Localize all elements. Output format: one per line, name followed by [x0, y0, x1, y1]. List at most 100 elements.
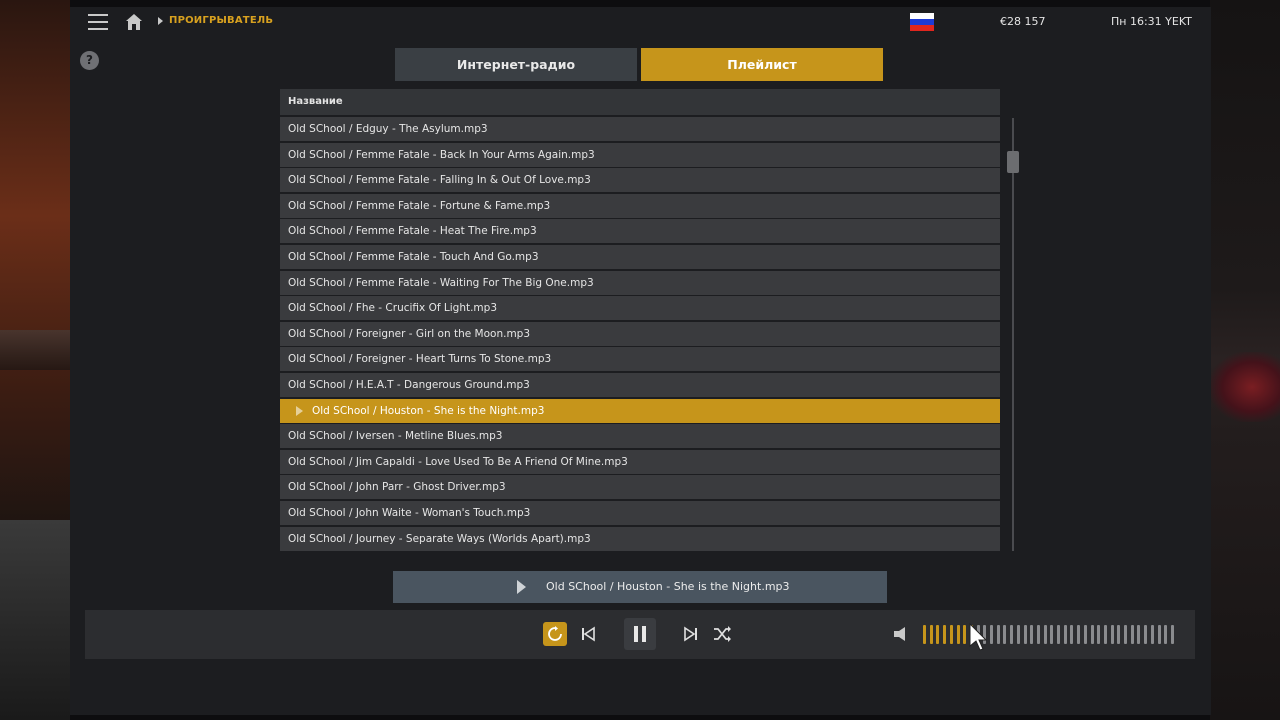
column-header-name[interactable]: Название — [280, 89, 1000, 115]
shuffle-button[interactable] — [710, 622, 734, 646]
volume-segment-empty[interactable] — [1023, 625, 1027, 644]
now-playing-bar[interactable]: Old SChool / Houston - She is the Night.… — [393, 571, 887, 603]
home-icon[interactable] — [125, 13, 143, 31]
previous-track-button[interactable] — [577, 623, 599, 645]
volume-segment-empty[interactable] — [1063, 625, 1067, 644]
volume-segment-filled[interactable] — [936, 625, 940, 644]
playlist-row[interactable]: Old SChool / Iversen - Metline Blues.mp3 — [280, 424, 1000, 449]
volume-segment-empty[interactable] — [1070, 625, 1074, 644]
track-title: Old SChool / Femme Fatale - Waiting For … — [288, 276, 594, 289]
pause-icon-bar-left — [634, 626, 638, 642]
playlist-row[interactable]: Old SChool / Femme Fatale - Waiting For … — [280, 270, 1000, 295]
mouse-cursor-icon — [969, 622, 988, 651]
volume-segment-empty[interactable] — [1097, 625, 1101, 644]
playlist-row[interactable]: Old SChool / Femme Fatale - Fortune & Fa… — [280, 193, 1000, 218]
background-railing — [0, 330, 70, 370]
volume-segment-empty[interactable] — [1157, 625, 1161, 644]
playlist-rows: Old SChool / Edguy - The Asylum.mp3 Old S… — [280, 117, 1000, 552]
playlist-row[interactable]: Old SChool / Foreigner - Girl on the Moo… — [280, 321, 1000, 346]
background-car — [1210, 352, 1280, 422]
volume-segment-empty[interactable] — [1117, 625, 1121, 644]
play-indicator-icon — [296, 405, 303, 416]
volume-icon[interactable] — [890, 623, 912, 645]
volume-segment-empty[interactable] — [1144, 625, 1148, 644]
volume-segment-empty[interactable] — [1016, 625, 1020, 644]
volume-segment-empty[interactable] — [1164, 625, 1168, 644]
pause-button[interactable] — [624, 618, 656, 650]
breadcrumb-arrow-icon — [158, 17, 163, 25]
playlist-row-active[interactable]: Old SChool / Houston - She is the Night.… — [280, 398, 1000, 423]
volume-segment-empty[interactable] — [1083, 625, 1087, 644]
volume-segment-empty[interactable] — [990, 625, 993, 644]
hamburger-menu-icon[interactable] — [88, 14, 108, 30]
volume-segment-empty[interactable] — [1003, 625, 1007, 644]
volume-segment-empty[interactable] — [1170, 625, 1174, 644]
volume-segment-filled[interactable] — [956, 625, 960, 644]
volume-segment-empty[interactable] — [1150, 625, 1154, 644]
track-title: Old SChool / Foreigner - Heart Turns To … — [288, 353, 552, 366]
tab-internet-radio[interactable]: Интернет-радио — [395, 48, 637, 81]
russia-flag-icon[interactable] — [910, 13, 934, 31]
playlist-row[interactable]: Old SChool / Femme Fatale - Touch And Go… — [280, 244, 1000, 269]
volume-segment-filled[interactable] — [963, 625, 967, 644]
track-title: Old SChool / John Waite - Woman's Touch.… — [288, 506, 531, 519]
track-title: Old SChool / Foreigner - Girl on the Moo… — [288, 327, 531, 340]
volume-segment-empty[interactable] — [1057, 625, 1060, 644]
volume-segment-filled[interactable] — [929, 625, 933, 644]
breadcrumb[interactable]: ПРОИГРЫВАТЕЛЬ — [169, 15, 273, 26]
volume-slider[interactable] — [923, 625, 1178, 645]
next-track-button[interactable] — [680, 623, 702, 645]
volume-segment-filled[interactable] — [923, 625, 926, 644]
help-icon[interactable]: ? — [80, 51, 99, 70]
volume-segment-filled[interactable] — [943, 625, 947, 644]
pause-icon-bar-right — [642, 626, 646, 642]
volume-segment-empty[interactable] — [1043, 625, 1047, 644]
playlist-row[interactable]: Old SChool / John Parr - Ghost Driver.mp… — [280, 475, 1000, 500]
volume-segment-empty[interactable] — [1030, 625, 1034, 644]
playlist-row[interactable]: Old SChool / Femme Fatale - Falling In &… — [280, 168, 1000, 193]
volume-segment-empty[interactable] — [1137, 625, 1141, 644]
volume-segment-empty[interactable] — [1010, 625, 1014, 644]
scrollbar-track[interactable] — [1012, 118, 1014, 551]
datetime: Пн 16:31 YEKT — [1111, 15, 1192, 28]
track-title: Old SChool / Jim Capaldi - Love Used To … — [288, 455, 628, 468]
track-title: Old SChool / Femme Fatale - Touch And Go… — [288, 250, 539, 263]
playlist-row[interactable]: Old SChool / Femme Fatale - Back In Your… — [280, 142, 1000, 167]
volume-segment-empty[interactable] — [1077, 625, 1081, 644]
background-right-scene — [1210, 0, 1280, 720]
tab-playlist[interactable]: Плейлист — [641, 48, 883, 81]
playlist-row[interactable]: Old SChool / Journey - Separate Ways (Wo… — [280, 526, 1000, 551]
volume-segment-empty[interactable] — [1110, 625, 1114, 644]
playlist-row[interactable]: Old SChool / H.E.A.T - Dangerous Ground.… — [280, 372, 1000, 397]
track-title: Old SChool / Femme Fatale - Heat The Fir… — [288, 225, 537, 238]
playlist-row[interactable]: Old SChool / Jim Capaldi - Love Used To … — [280, 449, 1000, 474]
repeat-button[interactable] — [543, 622, 567, 646]
playlist-row[interactable]: Old SChool / Femme Fatale - Heat The Fir… — [280, 219, 1000, 244]
background-pier — [0, 520, 70, 720]
playlist-row[interactable]: Old SChool / Edguy - The Asylum.mp3 — [280, 117, 1000, 141]
scrollbar-thumb[interactable] — [1007, 151, 1019, 173]
volume-segment-filled[interactable] — [949, 625, 953, 644]
player-controls — [85, 610, 1195, 659]
track-title: Old SChool / Fhe - Crucifix Of Light.mp3 — [288, 302, 498, 315]
track-title: Old SChool / Iversen - Metline Blues.mp3 — [288, 430, 503, 443]
repeat-icon — [548, 626, 562, 641]
volume-segment-empty[interactable] — [1103, 625, 1107, 644]
now-playing-play-icon — [517, 580, 526, 594]
volume-segment-empty[interactable] — [996, 625, 1000, 644]
flag-stripe-red — [910, 25, 934, 31]
volume-segment-empty[interactable] — [1036, 625, 1040, 644]
track-title: Old SChool / Houston - She is the Night.… — [312, 404, 545, 417]
top-bar: ПРОИГРЫВАТЕЛЬ €28 157 Пн 16:31 YEKT — [70, 7, 1211, 37]
track-title: Old SChool / Edguy - The Asylum.mp3 — [288, 123, 488, 135]
track-title: Old SChool / John Parr - Ghost Driver.mp… — [288, 481, 506, 494]
volume-segment-empty[interactable] — [1130, 625, 1134, 644]
player-window: ПРОИГРЫВАТЕЛЬ €28 157 Пн 16:31 YEKT ? Ин… — [70, 7, 1211, 715]
volume-segment-empty[interactable] — [1050, 625, 1054, 644]
playlist-row[interactable]: Old SChool / Fhe - Crucifix Of Light.mp3 — [280, 296, 1000, 321]
now-playing-title: Old SChool / Houston - She is the Night.… — [546, 580, 790, 593]
playlist-row[interactable]: Old SChool / John Waite - Woman's Touch.… — [280, 500, 1000, 525]
playlist-row[interactable]: Old SChool / Foreigner - Heart Turns To … — [280, 347, 1000, 372]
volume-segment-empty[interactable] — [1090, 625, 1094, 644]
volume-segment-empty[interactable] — [1124, 625, 1127, 644]
